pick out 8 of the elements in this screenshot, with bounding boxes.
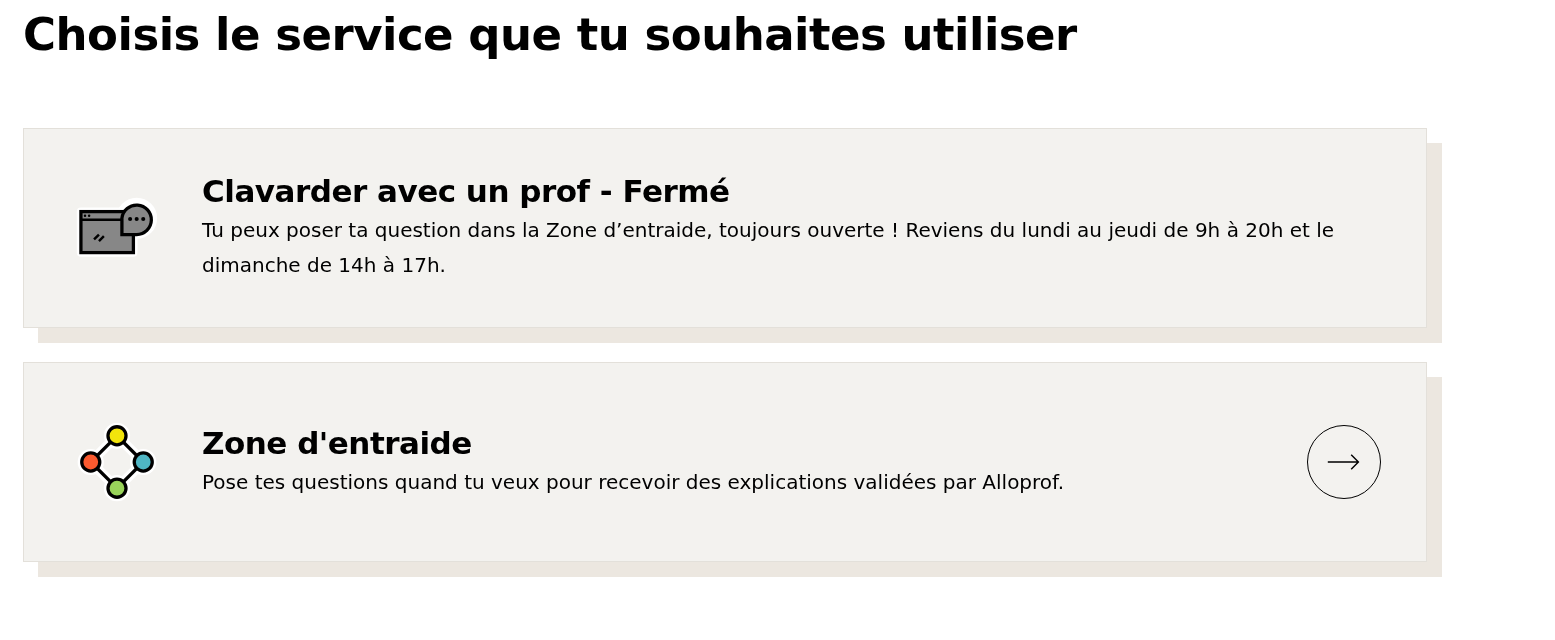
arrow-icon	[1326, 453, 1362, 471]
connected-circles-icon	[76, 421, 158, 503]
service-title: Zone d'entraide	[202, 424, 473, 461]
service-card[interactable]: Zone d'entraide Pose tes questions quand tu veux pour recevoir des explications validées par Alloprof.	[23, 362, 1427, 562]
service-description: Pose tes questions quand tu veux pour recevoir des explications validées par Alloprof.	[202, 468, 1066, 496]
service-description: Tu peux poser ta question dans la Zone d’entraide, toujours ouverte ! Reviens du lundi au jeudi de 9h à 20h et le dimanche de 14h à 17h.	[202, 217, 1336, 279]
service-title: Clavarder avec un prof - Fermé	[202, 173, 731, 209]
page-heading: Choisis le service que tu souhaites utiliser	[23, 7, 1078, 63]
